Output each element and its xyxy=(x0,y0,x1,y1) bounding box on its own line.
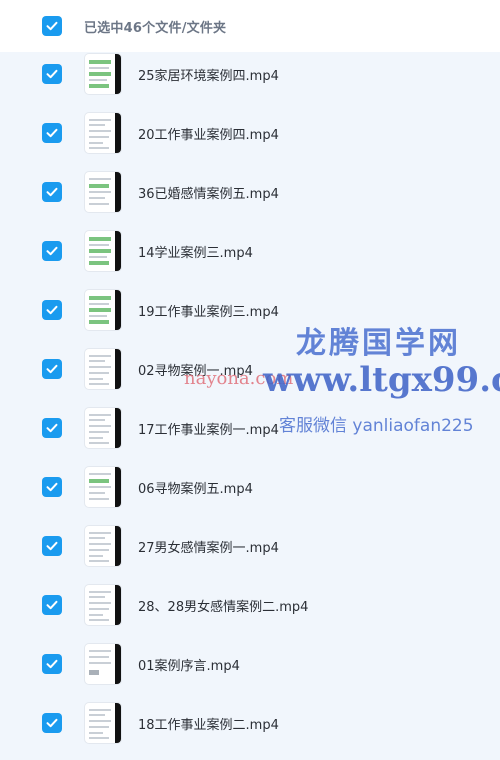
file-checkbox[interactable] xyxy=(42,418,62,438)
file-checkbox[interactable] xyxy=(42,713,62,733)
file-checkbox[interactable] xyxy=(42,536,62,556)
file-row[interactable]: 02寻物案例一.mp4 xyxy=(0,339,500,398)
file-row[interactable]: 14学业案例三.mp4 xyxy=(0,221,500,280)
file-row[interactable]: 06寻物案例五.mp4 xyxy=(0,457,500,516)
file-name[interactable]: 18工作事业案例二.mp4 xyxy=(138,714,279,733)
check-icon xyxy=(46,246,58,256)
file-row[interactable]: 25家居环境案例四.mp4 xyxy=(0,44,500,103)
video-thumbnail-icon xyxy=(85,54,121,94)
file-checkbox[interactable] xyxy=(42,64,62,84)
video-thumbnail-icon xyxy=(85,113,121,153)
check-icon xyxy=(46,600,58,610)
file-name[interactable]: 19工作事业案例三.mp4 xyxy=(138,301,279,320)
file-row[interactable]: 17工作事业案例一.mp4 xyxy=(0,398,500,457)
video-thumbnail-icon xyxy=(85,703,121,743)
video-thumbnail-icon xyxy=(85,585,121,625)
file-row[interactable]: 01案例序言.mp4 xyxy=(0,634,500,693)
file-row[interactable]: 28、28男女感情案例二.mp4 xyxy=(0,575,500,634)
file-name[interactable]: 01案例序言.mp4 xyxy=(138,655,240,674)
file-checkbox[interactable] xyxy=(42,477,62,497)
file-name[interactable]: 17工作事业案例一.mp4 xyxy=(138,419,279,438)
video-thumbnail-icon xyxy=(85,349,121,389)
file-name[interactable]: 14学业案例三.mp4 xyxy=(138,242,253,261)
file-row[interactable]: 36已婚感情案例五.mp4 xyxy=(0,162,500,221)
check-icon xyxy=(46,305,58,315)
video-thumbnail-icon xyxy=(85,467,121,507)
check-icon xyxy=(46,187,58,197)
video-thumbnail-icon xyxy=(85,644,121,684)
file-name[interactable]: 36已婚感情案例五.mp4 xyxy=(138,183,279,202)
check-icon xyxy=(46,423,58,433)
video-thumbnail-icon xyxy=(85,231,121,271)
file-selection-page: 已选中46个文件/文件夹 25家居环境案例四.mp4 20工作事业案例四.mp4 3… xyxy=(0,0,500,760)
file-checkbox[interactable] xyxy=(42,241,62,261)
file-name[interactable]: 20工作事业案例四.mp4 xyxy=(138,124,279,143)
video-thumbnail-icon xyxy=(85,290,121,330)
check-icon xyxy=(46,659,58,669)
video-thumbnail-icon xyxy=(85,408,121,448)
file-name[interactable]: 02寻物案例一.mp4 xyxy=(138,360,253,379)
check-icon xyxy=(46,541,58,551)
check-icon xyxy=(46,69,58,79)
select-all-checkbox[interactable] xyxy=(42,16,62,36)
file-checkbox[interactable] xyxy=(42,359,62,379)
video-thumbnail-icon xyxy=(85,526,121,566)
file-checkbox[interactable] xyxy=(42,123,62,143)
check-icon xyxy=(46,482,58,492)
file-checkbox[interactable] xyxy=(42,654,62,674)
file-checkbox[interactable] xyxy=(42,300,62,320)
selected-count-label: 已选中46个文件/文件夹 xyxy=(84,21,227,36)
file-checkbox[interactable] xyxy=(42,595,62,615)
file-row[interactable]: 20工作事业案例四.mp4 xyxy=(0,103,500,162)
file-row[interactable]: 19工作事业案例三.mp4 xyxy=(0,280,500,339)
file-name[interactable]: 25家居环境案例四.mp4 xyxy=(138,65,279,84)
file-name[interactable]: 28、28男女感情案例二.mp4 xyxy=(138,596,308,615)
file-row[interactable]: 18工作事业案例二.mp4 xyxy=(0,693,500,752)
file-name[interactable]: 27男女感情案例一.mp4 xyxy=(138,537,279,556)
file-checkbox[interactable] xyxy=(42,182,62,202)
video-thumbnail-icon xyxy=(85,172,121,212)
file-list: 25家居环境案例四.mp4 20工作事业案例四.mp4 36已婚感情案例五.mp4 1… xyxy=(0,44,500,752)
check-icon xyxy=(46,364,58,374)
file-row[interactable]: 27男女感情案例一.mp4 xyxy=(0,516,500,575)
check-icon xyxy=(46,128,58,138)
check-icon xyxy=(46,21,58,31)
check-icon xyxy=(46,718,58,728)
file-name[interactable]: 06寻物案例五.mp4 xyxy=(138,478,253,497)
